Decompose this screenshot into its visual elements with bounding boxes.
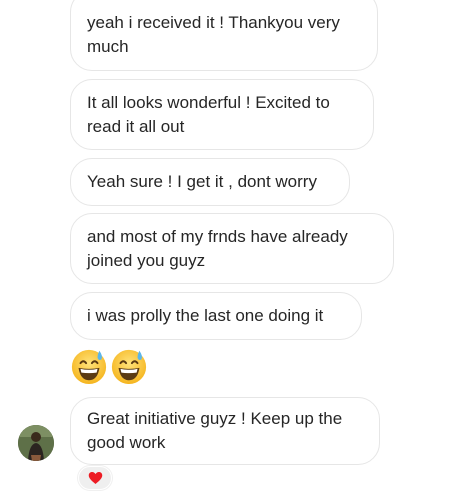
- message-bubble[interactable]: It all looks wonderful ! Excited to read…: [70, 79, 374, 150]
- sender-avatar[interactable]: [18, 425, 54, 461]
- message-text: i was prolly the last one doing it: [87, 306, 324, 325]
- reaction-badge[interactable]: [78, 466, 112, 490]
- red-heart-icon: [88, 472, 102, 484]
- grinning-face-with-sweat-icon: [111, 349, 147, 385]
- message-text: and most of my frnds have already joined…: [87, 226, 348, 270]
- message-bubble[interactable]: Yeah sure ! I get it , dont worry: [70, 158, 350, 206]
- message-text: Yeah sure ! I get it , dont worry: [87, 172, 317, 191]
- message-bubble[interactable]: and most of my frnds have already joined…: [70, 213, 394, 284]
- message-bubble[interactable]: yeah i received it ! Thankyou very much: [70, 0, 378, 71]
- message-text: Great initiative guyz ! Keep up the good…: [87, 409, 343, 452]
- message-bubble[interactable]: Great initiative guyz ! Keep up the good…: [70, 397, 380, 465]
- grinning-face-with-sweat-icon: [71, 349, 107, 385]
- message-text: It all looks wonderful ! Excited to read…: [87, 92, 330, 136]
- message-text: yeah i received it ! Thankyou very much: [87, 12, 340, 56]
- emoji-message[interactable]: [70, 347, 148, 389]
- message-bubble[interactable]: i was prolly the last one doing it: [70, 292, 362, 340]
- avatar-image: [18, 425, 54, 461]
